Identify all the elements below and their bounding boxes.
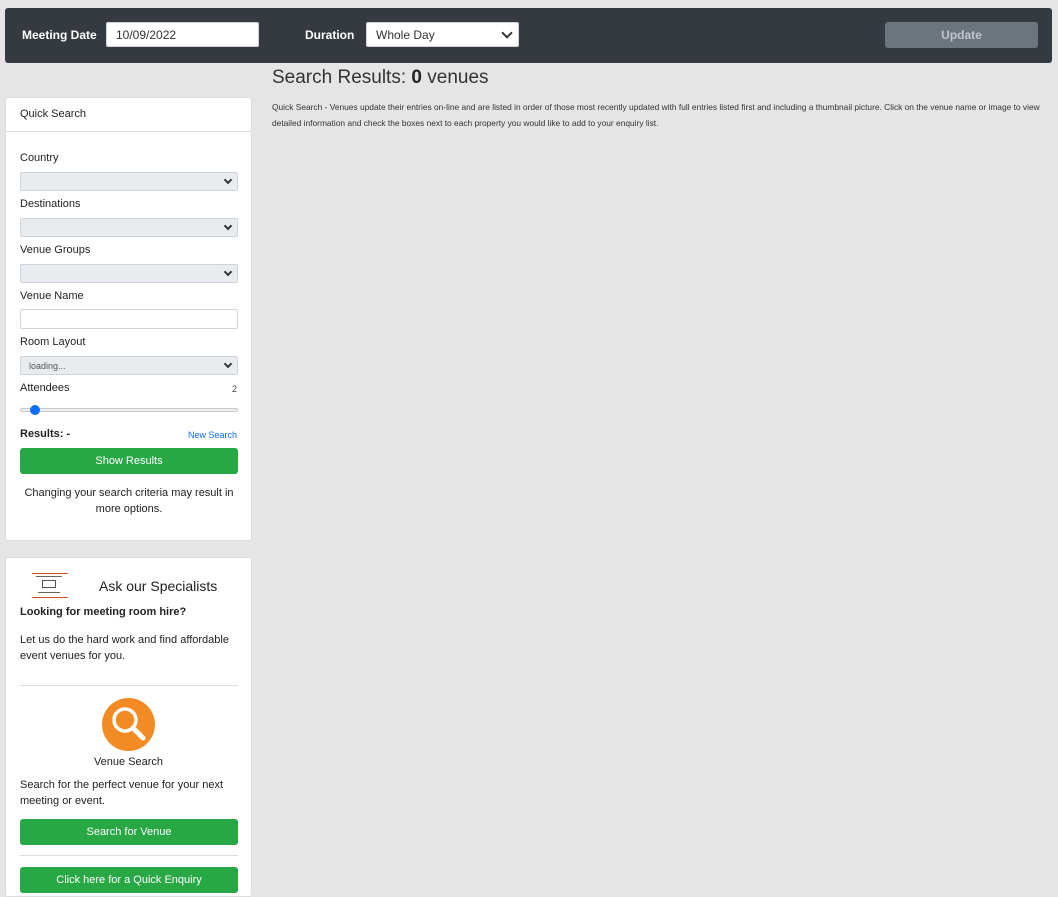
attendees-slider[interactable] [20, 405, 238, 415]
specialists-subtitle: Looking for meeting room hire? [20, 606, 187, 618]
show-results-button[interactable]: Show Results [20, 448, 238, 474]
company-logo-icon [32, 573, 68, 598]
meeting-date-value: 10/09/2022 [116, 28, 177, 42]
update-button[interactable]: Update [885, 22, 1038, 48]
duration-select[interactable]: Whole Day [366, 22, 519, 47]
results-title-prefix: Search Results: [272, 67, 407, 88]
results-title-suffix: venues [427, 67, 489, 88]
meeting-date-input[interactable]: 10/09/2022 [106, 22, 259, 47]
duration-value: Whole Day [376, 28, 435, 42]
duration-label: Duration [305, 28, 355, 42]
venue-groups-label: Venue Groups [20, 244, 91, 256]
quick-search-header: Quick Search [6, 98, 251, 132]
magnifier-icon [102, 698, 155, 751]
country-select[interactable] [20, 172, 238, 191]
search-for-venue-button[interactable]: Search for Venue [20, 819, 238, 845]
venue-search-text: Search for the perfect venue for your ne… [20, 779, 224, 807]
chevron-down-icon [223, 267, 233, 277]
chevron-down-icon [223, 221, 233, 231]
country-label: Country [20, 152, 59, 164]
results-count-label: Results: - [20, 428, 71, 440]
slider-handle[interactable] [30, 405, 40, 415]
quick-enquiry-button[interactable]: Click here for a Quick Enquiry [20, 867, 238, 893]
venue-name-label: Venue Name [20, 290, 84, 302]
results-count: 0 [411, 67, 422, 88]
new-search-link[interactable]: New Search [188, 430, 237, 440]
page-title: Search Results: 0 venues [272, 67, 489, 89]
chevron-down-icon [223, 175, 233, 185]
room-layout-select[interactable]: loading... [20, 356, 238, 375]
specialists-title: Ask our Specialists [99, 578, 218, 594]
room-layout-label: Room Layout [20, 336, 86, 348]
destinations-select[interactable] [20, 218, 238, 237]
search-criteria-note: Changing your search criteria may result… [24, 487, 234, 515]
venue-name-input[interactable] [20, 309, 238, 329]
attendees-count: 2 [231, 384, 237, 394]
divider [20, 685, 238, 686]
chevron-down-icon [501, 27, 513, 39]
specialists-text: Let us do the hard work and find afforda… [20, 634, 229, 662]
top-bar: Meeting Date 10/09/2022 Duration Whole D… [5, 8, 1052, 63]
chevron-down-icon [223, 359, 233, 369]
divider [20, 855, 238, 856]
meeting-date-label: Meeting Date [22, 28, 97, 42]
specialists-panel: Ask our Specialists Looking for meeting … [5, 557, 252, 897]
attendees-label: Attendees [20, 382, 70, 394]
results-description: Quick Search - Venues update their entri… [272, 102, 1040, 128]
venue-groups-select[interactable] [20, 264, 238, 283]
destinations-label: Destinations [20, 198, 81, 210]
venue-search-label: Venue Search [93, 756, 164, 768]
room-layout-value: loading... [29, 361, 66, 371]
quick-search-panel: Quick Search Country Destinations Venue … [5, 97, 252, 541]
